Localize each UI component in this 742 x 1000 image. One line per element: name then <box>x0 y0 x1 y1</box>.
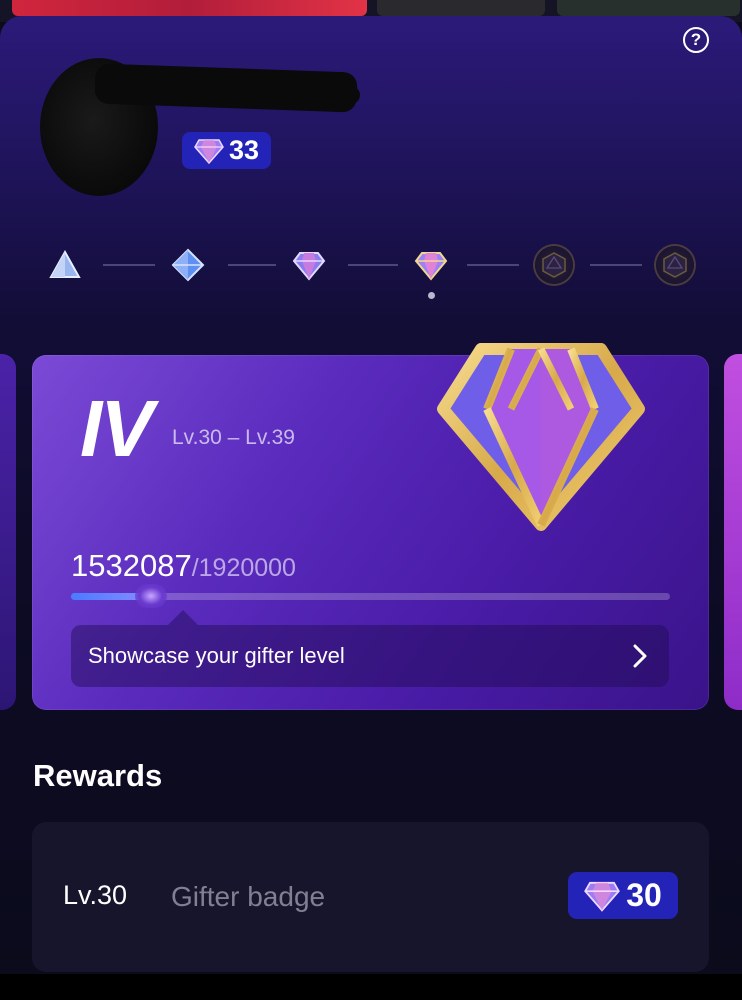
rewards-heading: Rewards <box>33 758 163 793</box>
background-thumbnail <box>377 0 545 16</box>
background-thumbnail <box>12 0 367 16</box>
tier-connector <box>228 264 276 266</box>
current-tier-indicator <box>428 292 435 299</box>
tier-connector <box>590 264 642 266</box>
next-tier-card[interactable] <box>724 354 742 710</box>
badge-level-number: 30 <box>626 877 662 913</box>
tier-connector <box>467 264 519 266</box>
gem-icon <box>584 881 621 912</box>
tier-5-icon[interactable] <box>535 246 573 284</box>
level-range: Lv.30 – Lv.39 <box>172 426 295 449</box>
showcase-label: Showcase your gifter level <box>88 643 345 668</box>
points-goal: /1920000 <box>191 554 296 582</box>
reward-level: Lv.30 <box>63 880 128 910</box>
gem-icon <box>194 138 224 164</box>
previous-tier-card[interactable] <box>0 354 16 710</box>
tier-connector <box>103 264 155 266</box>
tier-1-icon[interactable] <box>47 247 83 283</box>
current-level-number: 33 <box>228 135 260 165</box>
background-thumbnail <box>557 0 740 16</box>
showcase-gifter-level-button[interactable]: Showcase your gifter level <box>71 625 669 687</box>
tier-3-icon[interactable] <box>291 247 327 283</box>
progress-rocket-icon <box>135 584 167 608</box>
help-icon[interactable]: ? <box>683 27 709 53</box>
chevron-right-icon <box>633 644 647 668</box>
level-progress-bar <box>71 584 670 608</box>
tier-connector <box>348 264 398 266</box>
reward-name: Gifter badge <box>171 881 326 912</box>
bottom-edge <box>0 974 742 1000</box>
points-current: 1532087 <box>71 548 192 583</box>
redacted-username <box>150 86 360 104</box>
tier-6-icon[interactable] <box>656 246 694 284</box>
showcase-pointer <box>168 610 198 625</box>
gifter-badge-preview: 30 <box>568 872 678 919</box>
tier-2-icon[interactable] <box>170 247 206 283</box>
help-icon-glyph: ? <box>690 30 702 49</box>
gifter-points: 1532087/1920000 <box>71 548 296 586</box>
tier-4-icon[interactable] <box>413 247 449 283</box>
diamond-gem-icon <box>435 337 647 533</box>
current-level-badge: 33 <box>182 132 271 169</box>
tier-roman-numeral: IV <box>80 384 154 473</box>
